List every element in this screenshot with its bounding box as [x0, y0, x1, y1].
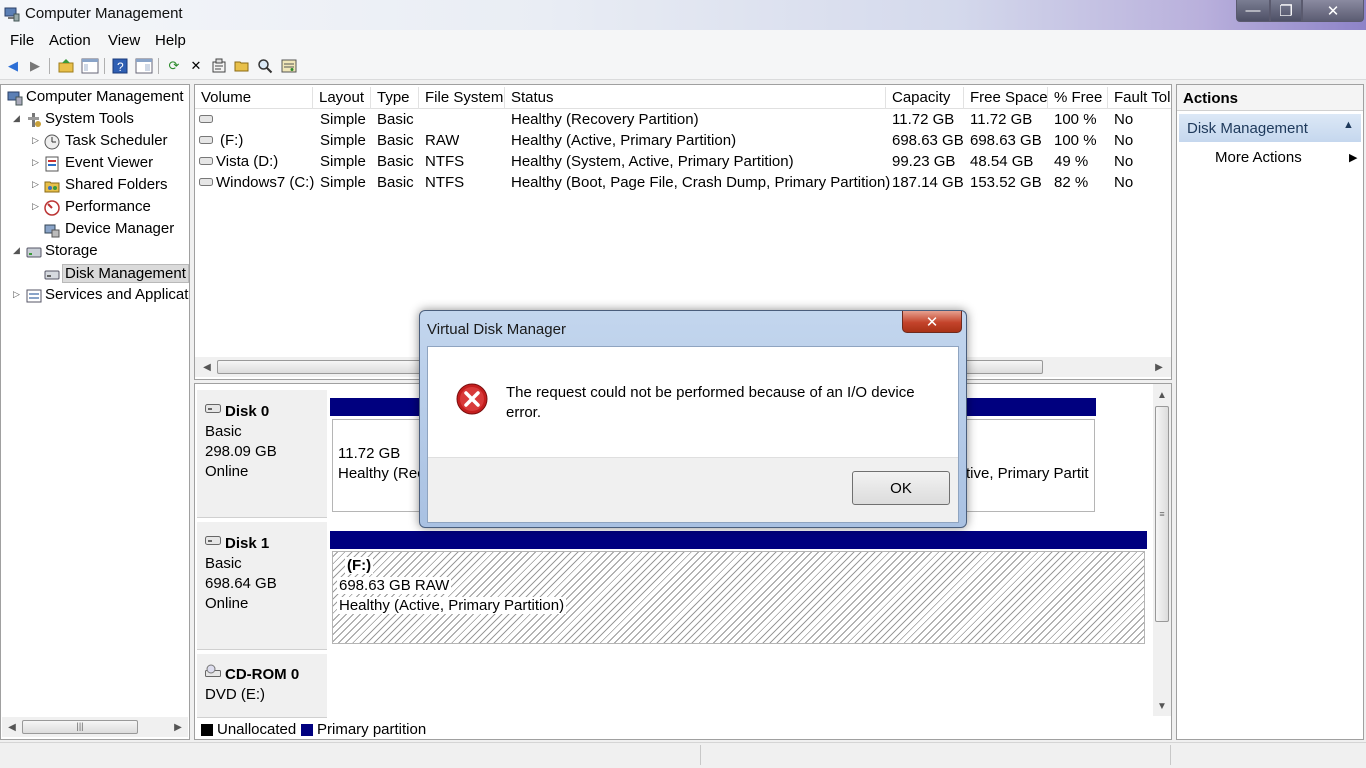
column-layout[interactable]: Layout: [313, 87, 371, 109]
scroll-left-icon[interactable]: ◀: [4, 719, 20, 735]
properties-icon[interactable]: [210, 57, 228, 75]
window-title: Computer Management: [25, 5, 183, 22]
svg-text:?: ?: [117, 60, 124, 74]
scroll-right-icon[interactable]: ▶: [1151, 359, 1167, 375]
navigation-tree: Computer Management ◢ System Tools ▷ Tas…: [0, 84, 190, 740]
status-bar: [0, 742, 1366, 768]
disk-properties-icon[interactable]: [280, 57, 298, 75]
dialog-footer: OK: [428, 457, 958, 522]
column-type[interactable]: Type: [371, 87, 419, 109]
volume-drive-icon: [199, 157, 213, 165]
volume-drive-icon: [199, 136, 213, 144]
tree-horizontal-scrollbar[interactable]: ◀ ||| ▶: [2, 717, 188, 737]
unallocated-swatch: [201, 723, 213, 736]
expand-icon[interactable]: ▷: [32, 201, 39, 212]
column-percent-free[interactable]: % Free: [1048, 87, 1108, 109]
scroll-thumb[interactable]: ≡: [1155, 406, 1169, 622]
ok-button[interactable]: OK: [852, 471, 950, 505]
shared-folder-icon: [44, 181, 60, 193]
legend-primary-partition: Primary partition: [301, 721, 426, 738]
maximize-button[interactable]: ❐: [1270, 0, 1302, 22]
expand-icon[interactable]: ▷: [32, 135, 39, 146]
clock-icon: [44, 134, 60, 150]
actions-section-disk-management[interactable]: Disk Management ▲: [1179, 114, 1361, 142]
minimize-button[interactable]: —: [1236, 0, 1270, 22]
collapse-icon[interactable]: ◢: [13, 245, 20, 256]
up-folder-icon[interactable]: [57, 57, 75, 75]
table-row[interactable]: Windows7 (C:) Simple Basic NTFS Healthy …: [195, 173, 1171, 194]
dialog-message: The request could not be performed becau…: [506, 384, 915, 421]
disk-1-partition-f[interactable]: (F:) 698.63 GB RAW Healthy (Active, Prim…: [332, 551, 1145, 644]
expand-icon[interactable]: ▷: [13, 289, 20, 300]
column-volume[interactable]: Volume: [195, 87, 313, 109]
disk-management-icon: [44, 270, 60, 280]
column-status[interactable]: Status: [505, 87, 886, 109]
column-fault-tolerance[interactable]: Fault Tol: [1108, 87, 1171, 109]
storage-icon: [26, 247, 42, 258]
search-icon[interactable]: [256, 57, 274, 75]
table-row[interactable]: Vista (D:) Simple Basic NTFS Healthy (Sy…: [195, 152, 1171, 173]
disk-view-vertical-scrollbar[interactable]: ▲ ≡ ▼: [1153, 384, 1171, 716]
back-icon[interactable]: ◀: [4, 57, 22, 75]
menu-view[interactable]: View: [108, 32, 140, 49]
menu-bar: File Action View Help: [0, 30, 1366, 52]
menu-file[interactable]: File: [10, 32, 34, 49]
services-icon: [26, 289, 42, 303]
column-file-system[interactable]: File System: [419, 87, 505, 109]
column-capacity[interactable]: Capacity: [886, 87, 964, 109]
expand-icon[interactable]: ▷: [32, 157, 39, 168]
collapse-icon[interactable]: ◢: [13, 113, 20, 124]
hard-disk-icon: [205, 536, 221, 545]
computer-management-icon: [7, 91, 23, 106]
actions-panel: Actions Disk Management ▲ More Actions ▶: [1176, 84, 1364, 740]
performance-icon: [44, 200, 60, 216]
cd-drive-icon: [205, 664, 221, 677]
submenu-arrow-icon: ▶: [1349, 152, 1358, 164]
open-folder-icon[interactable]: [233, 57, 251, 75]
console-view-icon[interactable]: [135, 57, 153, 75]
event-viewer-icon: [45, 156, 59, 172]
table-row[interactable]: Simple Basic Healthy (Recovery Partition…: [195, 110, 1171, 131]
scroll-thumb[interactable]: |||: [22, 720, 138, 734]
hard-disk-icon: [205, 404, 221, 413]
more-actions-item[interactable]: More Actions ▶: [1215, 149, 1357, 166]
computer-management-icon: [4, 7, 20, 22]
error-dialog: Virtual Disk Manager ✕ The request could…: [419, 310, 967, 528]
actions-header: Actions: [1177, 85, 1363, 111]
dialog-title: Virtual Disk Manager: [427, 321, 566, 338]
device-manager-icon: [44, 224, 60, 238]
menu-help[interactable]: Help: [155, 32, 186, 49]
column-free-space[interactable]: Free Space: [964, 87, 1048, 109]
disk-0-partition-windows7[interactable]: tive, Primary Partit: [965, 419, 1095, 512]
expand-icon[interactable]: ▷: [32, 179, 39, 190]
show-hide-tree-icon[interactable]: [81, 57, 99, 75]
disk-1-partition-bar: [330, 531, 1147, 549]
table-row[interactable]: (F:) Simple Basic RAW Healthy (Active, P…: [195, 131, 1171, 152]
menu-action[interactable]: Action: [49, 32, 91, 49]
toolbar: ◀ ▶ ? ⟳ ✕: [0, 52, 1366, 80]
disk-0-label[interactable]: Disk 0 Basic 298.09 GB Online: [197, 390, 327, 518]
title-bar: Computer Management — ❐ ✕: [0, 0, 1366, 30]
legend-unallocated: Unallocated: [201, 721, 296, 738]
help-icon[interactable]: ?: [111, 57, 129, 75]
cdrom-0-label[interactable]: CD-ROM 0 DVD (E:): [197, 654, 327, 718]
disk-1-label[interactable]: Disk 1 Basic 698.64 GB Online: [197, 522, 327, 650]
forward-icon[interactable]: ▶: [26, 57, 44, 75]
scroll-right-icon[interactable]: ▶: [170, 719, 186, 735]
primary-partition-swatch: [301, 723, 313, 736]
dialog-close-button[interactable]: ✕: [902, 311, 962, 333]
scroll-up-icon[interactable]: ▲: [1154, 387, 1170, 403]
close-button[interactable]: ✕: [1302, 0, 1364, 22]
scroll-down-icon[interactable]: ▼: [1154, 698, 1170, 714]
volume-drive-icon: [199, 115, 213, 123]
tools-icon: [28, 113, 41, 127]
volume-list-header: Volume Layout Type File System Status Ca…: [195, 85, 1171, 109]
dialog-body: The request could not be performed becau…: [427, 346, 959, 523]
error-icon: [456, 383, 488, 415]
delete-icon[interactable]: ✕: [187, 57, 205, 75]
scroll-left-icon[interactable]: ◀: [199, 359, 215, 375]
volume-drive-icon: [199, 178, 213, 186]
refresh-icon[interactable]: ⟳: [165, 57, 183, 75]
collapse-up-icon[interactable]: ▲: [1343, 119, 1354, 131]
